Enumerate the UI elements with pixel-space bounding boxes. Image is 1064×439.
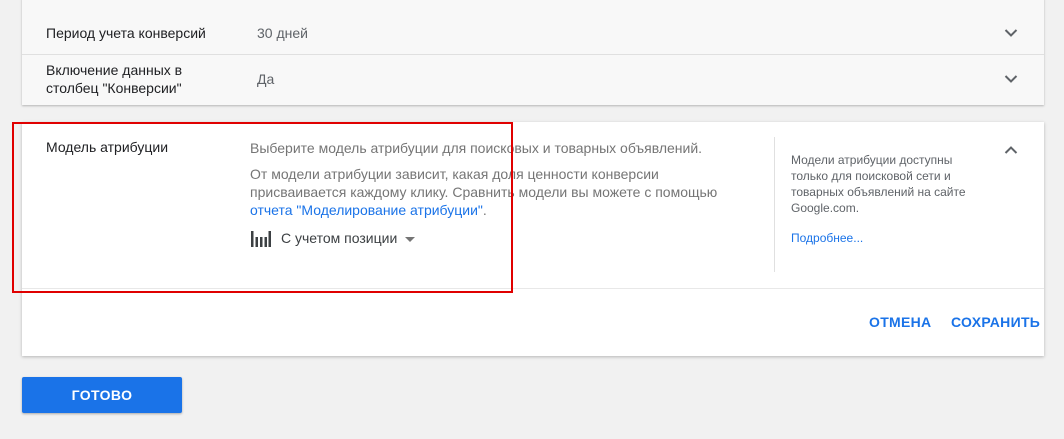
done-button[interactable]: ГОТОВО (22, 377, 182, 413)
attribution-model-dropdown[interactable]: С учетом позиции (251, 228, 416, 248)
chevron-down-icon[interactable] (1004, 28, 1018, 38)
chevron-up-icon[interactable] (1004, 145, 1018, 155)
attribution-description-end: . (482, 202, 487, 218)
include-in-conversions-label: Включение данных в столбец "Конверсии" (46, 62, 183, 96)
attribution-modeling-report-link[interactable]: отчета "Моделирование атрибуции" (250, 202, 483, 218)
horizontal-divider (22, 288, 1044, 289)
selected-attribution-model: С учетом позиции (281, 230, 398, 246)
attribution-model-card: Модель атрибуции Выберите модель атрибуц… (22, 122, 1044, 356)
attribution-description-intro: Выберите модель атрибуции для поисковых … (250, 140, 703, 156)
settings-card-collapsed: Период учета конверсий 30 дней Включение… (22, 0, 1044, 105)
include-in-conversions-row[interactable]: Включение данных в столбец "Конверсии" Д… (22, 55, 1044, 105)
position-based-bars-icon (251, 231, 271, 247)
conversion-window-row[interactable]: Период учета конверсий 30 дней (22, 0, 1044, 55)
vertical-divider (774, 137, 775, 272)
attribution-description: От модели атрибуции зависит, какая доля … (250, 165, 720, 219)
include-in-conversions-value: Да (257, 71, 275, 87)
chevron-down-icon[interactable] (1004, 74, 1018, 84)
save-button[interactable]: СОХРАНИТЬ (951, 314, 1040, 330)
learn-more-link[interactable]: Подробнее... (791, 231, 863, 245)
attribution-model-label: Модель атрибуции (46, 139, 169, 155)
cancel-button[interactable]: ОТМЕНА (869, 314, 931, 330)
conversion-window-label: Период учета конверсий (46, 25, 206, 41)
attribution-help-note: Модели атрибуции доступны только для пои… (791, 153, 966, 215)
attribution-description-text: От модели атрибуции зависит, какая доля … (250, 166, 718, 200)
dropdown-arrow-icon (405, 236, 416, 242)
conversion-window-value: 30 дней (257, 25, 308, 41)
